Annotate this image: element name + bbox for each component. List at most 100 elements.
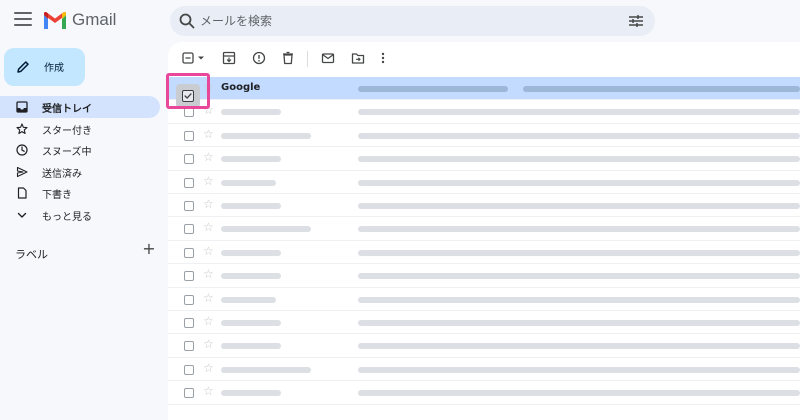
blurred-subject — [358, 109, 800, 116]
row-checkbox[interactable] — [184, 341, 194, 352]
highlight-box — [166, 73, 210, 109]
star-toggle-icon[interactable]: ☆ — [203, 244, 214, 258]
row-checkbox[interactable] — [184, 247, 194, 258]
row-checkbox[interactable] — [184, 201, 194, 211]
gmail-logo-icon — [44, 11, 66, 29]
blurred-sender — [221, 156, 281, 163]
main-panel: ☆ Google ☆ ☆ ☆ ☆ ☆ ☆ ☆ ☆ ☆ ☆ ☆ ☆ ☆ — [168, 42, 800, 420]
row-checkbox[interactable] — [184, 224, 194, 235]
blurred-subject — [358, 249, 800, 256]
pencil-icon — [17, 61, 29, 73]
archive-icon[interactable] — [222, 51, 236, 65]
blurred-subject — [358, 273, 800, 280]
sidebar-item-label: 送信済み — [42, 168, 82, 180]
send-icon — [16, 166, 28, 177]
row-checkbox[interactable] — [184, 130, 194, 141]
star-toggle-icon[interactable]: ☆ — [203, 127, 214, 141]
clock-icon — [16, 144, 28, 156]
star-icon — [16, 122, 28, 134]
blurred-sender — [221, 203, 281, 209]
star-toggle-icon[interactable]: ☆ — [203, 291, 214, 305]
email-row[interactable]: ☆ — [168, 358, 800, 382]
sidebar-item-snoozed[interactable]: スヌーズ中 — [0, 139, 160, 161]
star-toggle-icon[interactable]: ☆ — [203, 174, 214, 188]
blurred-subject — [358, 320, 800, 326]
delete-icon[interactable] — [281, 51, 295, 65]
sidebar-nav: 受信トレイ スター付き スヌーズ中 送信済み 下書き もっと見る — [0, 96, 160, 225]
blurred-sender — [221, 249, 281, 256]
blurred-subject — [358, 366, 800, 373]
star-toggle-icon[interactable]: ☆ — [203, 220, 214, 234]
email-row[interactable]: ☆ — [168, 311, 800, 335]
row-checkbox[interactable] — [184, 271, 194, 282]
toolbar-divider — [307, 51, 308, 67]
chevron-down-icon — [17, 212, 27, 218]
star-toggle-icon[interactable]: ☆ — [203, 267, 214, 281]
search-icon[interactable] — [178, 12, 196, 30]
more-vert-icon[interactable] — [378, 51, 388, 65]
blurred-sender — [221, 179, 276, 186]
email-row[interactable]: ☆ — [168, 147, 800, 171]
email-row[interactable]: ☆ — [168, 124, 800, 148]
sidebar-item-label: スター付き — [42, 125, 92, 137]
blurred-subject — [358, 296, 800, 303]
blurred-subject — [358, 132, 800, 139]
blurred-sender — [221, 390, 281, 397]
top-bar: Gmail — [0, 0, 800, 42]
email-row[interactable]: ☆ — [168, 334, 800, 358]
email-sender: Google — [221, 82, 261, 93]
email-row[interactable]: ☆ — [168, 381, 800, 405]
main-menu-button[interactable] — [14, 12, 32, 28]
blurred-sender — [221, 226, 311, 233]
search-bar[interactable] — [170, 6, 655, 36]
sidebar-item-label: もっと見る — [42, 211, 92, 223]
select-all-checkbox-icon[interactable] — [182, 51, 206, 65]
email-row[interactable]: ☆ Google — [168, 77, 800, 101]
star-toggle-icon[interactable]: ☆ — [203, 384, 214, 398]
star-toggle-icon[interactable]: ☆ — [203, 150, 214, 164]
add-label-button[interactable]: + — [140, 240, 158, 258]
star-toggle-icon[interactable]: ☆ — [203, 197, 214, 211]
row-checkbox[interactable] — [184, 294, 194, 305]
app-name: Gmail — [72, 10, 117, 29]
blurred-snippet — [523, 86, 800, 92]
blurred-subject — [358, 156, 800, 163]
compose-label: 作成 — [44, 63, 64, 74]
star-toggle-icon[interactable]: ☆ — [203, 314, 214, 328]
sidebar-item-more[interactable]: もっと見る — [0, 204, 160, 226]
email-row[interactable]: ☆ — [168, 288, 800, 311]
email-row[interactable]: ☆ — [168, 100, 800, 124]
search-options-icon[interactable] — [628, 13, 644, 29]
blurred-sender — [221, 343, 281, 350]
move-to-icon[interactable] — [351, 51, 365, 65]
blurred-sender — [221, 273, 281, 280]
sidebar-item-starred[interactable]: スター付き — [0, 118, 160, 140]
sidebar: 作成 受信トレイ スター付き スヌーズ中 送信済み 下書き もっと見る ラベル … — [0, 42, 168, 420]
blurred-subject — [358, 203, 800, 209]
email-row[interactable]: ☆ — [168, 217, 800, 241]
blurred-sender — [221, 366, 311, 373]
email-row[interactable]: ☆ — [168, 264, 800, 288]
row-checkbox[interactable] — [184, 154, 194, 165]
row-checkbox[interactable] — [184, 364, 194, 375]
star-toggle-icon[interactable]: ☆ — [203, 337, 214, 351]
row-checkbox[interactable] — [184, 318, 194, 328]
compose-button[interactable]: 作成 — [4, 48, 85, 86]
row-checkbox[interactable] — [184, 388, 194, 399]
email-row[interactable]: ☆ — [168, 171, 800, 194]
blurred-sender — [221, 109, 281, 116]
report-spam-icon[interactable] — [252, 51, 266, 65]
search-input[interactable] — [200, 11, 580, 31]
sidebar-item-inbox[interactable]: 受信トレイ — [0, 96, 160, 118]
sidebar-item-label: 下書き — [42, 190, 72, 201]
sidebar-item-drafts[interactable]: 下書き — [0, 182, 160, 204]
email-row[interactable]: ☆ — [168, 194, 800, 218]
inbox-icon — [16, 101, 28, 113]
star-toggle-icon[interactable]: ☆ — [203, 361, 214, 375]
row-checkbox[interactable] — [184, 177, 194, 188]
blurred-subject — [358, 179, 800, 186]
mark-unread-icon[interactable] — [321, 51, 335, 65]
email-row[interactable]: ☆ — [168, 241, 800, 265]
sidebar-item-sent[interactable]: 送信済み — [0, 161, 160, 183]
blurred-subject — [358, 343, 800, 350]
